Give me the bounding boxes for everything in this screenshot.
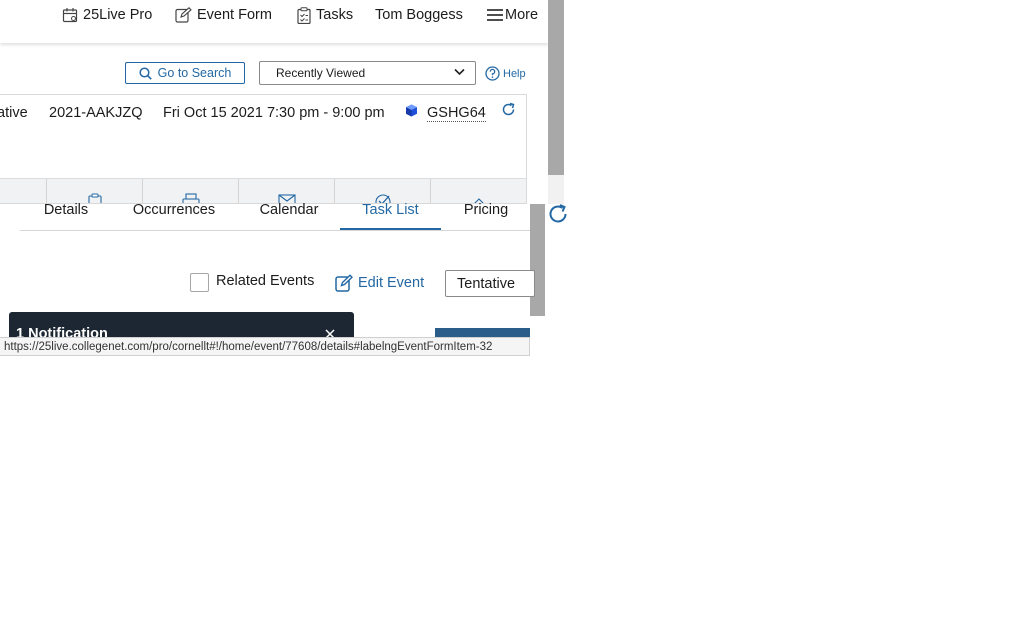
edit-icon (175, 7, 192, 23)
event-card: ative 2021-AAKJZQ Fri Oct 15 2021 7:30 p… (0, 94, 527, 204)
nav-event-form-label: Event Form (197, 7, 272, 23)
help-icon (485, 66, 500, 81)
search-icon (139, 66, 152, 80)
action-copy[interactable] (47, 179, 143, 203)
help-link[interactable]: Help (485, 66, 526, 81)
tab-calendar[interactable]: Calendar (250, 202, 328, 230)
event-tabs: Details Occurrences Calendar Task List P… (20, 202, 530, 231)
page-scrollbar[interactable] (548, 0, 564, 204)
event-reference: 2021-AAKJZQ (49, 105, 143, 121)
content-scrollbar[interactable] (530, 204, 545, 316)
content-scrollbar-thumb[interactable] (530, 204, 545, 316)
go-to-search-button[interactable]: Go to Search (125, 62, 245, 84)
action-approve[interactable] (335, 179, 431, 203)
nav-user-menu[interactable]: Tom Boggess (375, 6, 463, 24)
edit-icon (335, 274, 353, 292)
go-to-search-label: Go to Search (157, 66, 232, 80)
action-print[interactable] (143, 179, 239, 203)
status-url: https://25live.collegenet.com/pro/cornel… (4, 340, 493, 353)
tab-pricing[interactable]: Pricing (454, 202, 518, 230)
related-events-checkbox[interactable] (190, 273, 209, 292)
chevron-down-icon (454, 68, 465, 76)
nav-tasks[interactable]: Tasks (297, 6, 353, 24)
nav-user-name: Tom Boggess (375, 7, 463, 23)
related-events-label: Related Events (216, 273, 315, 289)
event-action-strip (0, 178, 526, 204)
nav-tasks-label: Tasks (316, 7, 354, 23)
nav-event-form[interactable]: Event Form (175, 6, 272, 24)
action-share[interactable] (0, 179, 47, 204)
nav-more-label: More (505, 7, 539, 23)
clipboard-icon (297, 6, 311, 24)
refresh-icon[interactable] (501, 102, 516, 117)
notification-toast: 1 Notification (9, 312, 354, 338)
tab-task-list[interactable]: Task List (340, 202, 441, 230)
event-locator[interactable]: GSHG64 (427, 105, 486, 122)
nav-25live-pro[interactable]: 25Live Pro (62, 6, 152, 24)
action-more[interactable] (431, 179, 526, 203)
browser-status-bar: https://25live.collegenet.com/pro/cornel… (0, 337, 530, 356)
tab-occurrences[interactable]: Occurrences (124, 202, 224, 230)
edit-event-link[interactable]: Edit Event (335, 274, 424, 292)
event-datetime: Fri Oct 15 2021 7:30 pm - 9:00 pm (163, 105, 385, 121)
action-email[interactable] (239, 179, 335, 203)
top-nav: 25Live Pro Event Form Tasks Tom Boggess … (0, 0, 548, 43)
page-scrollbar-thumb[interactable] (548, 0, 564, 175)
refresh-icon[interactable] (547, 203, 569, 225)
recently-viewed-value: Recently Viewed (276, 66, 366, 80)
hamburger-icon (487, 9, 503, 21)
event-state-text: ative (0, 105, 28, 121)
nav-pro-label: 25Live Pro (83, 7, 153, 23)
tab-details[interactable]: Details (33, 202, 99, 230)
help-label: Help (503, 67, 526, 80)
share-icon (0, 193, 9, 204)
calendar-icon (62, 8, 78, 23)
edit-event-label: Edit Event (358, 275, 425, 291)
recently-viewed-select[interactable]: Recently Viewed (259, 61, 476, 85)
event-state-select[interactable]: Tentative (445, 270, 535, 297)
event-state-value: Tentative (457, 275, 516, 292)
nav-more[interactable]: More (487, 6, 538, 24)
cube-icon (406, 104, 417, 117)
